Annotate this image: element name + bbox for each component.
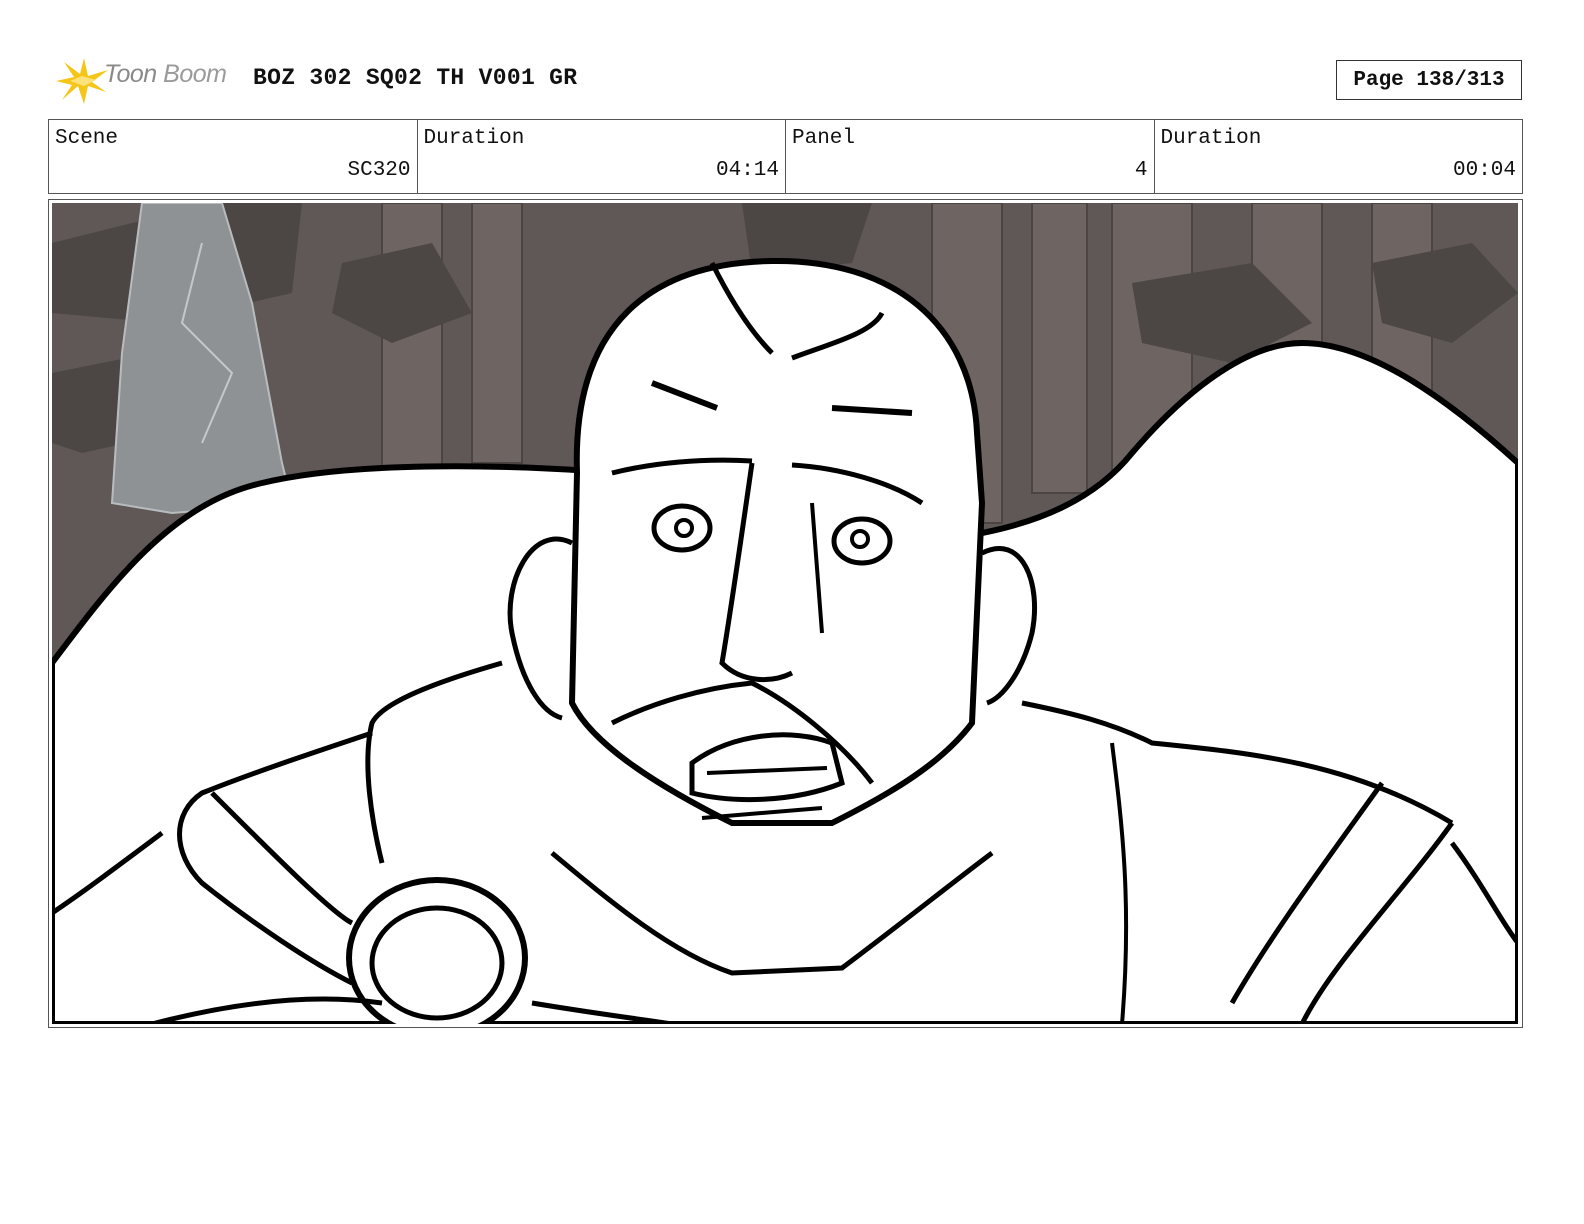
scene-cell: Scene SC320 <box>49 120 418 193</box>
panel-value: 4 <box>1134 159 1148 182</box>
logo-wordmark: Toon Boom <box>104 60 227 89</box>
starburst-icon <box>56 58 108 104</box>
scene-duration-label: Duration <box>423 127 525 150</box>
scene-value: SC320 <box>347 159 411 182</box>
panel-duration-value: 00:04 <box>1452 159 1516 182</box>
scene-duration-cell: Duration 04:14 <box>418 120 786 193</box>
document-title: BOZ 302 SQ02 TH V001 GR <box>253 65 578 91</box>
storyboard-sketch-icon <box>52 203 1518 1024</box>
scene-duration-value: 04:14 <box>715 159 779 182</box>
panel-cell: Panel 4 <box>786 120 1155 193</box>
logo-word-toon: Toon <box>104 60 157 88</box>
panel-duration-label: Duration <box>1160 127 1262 150</box>
scene-label: Scene <box>55 127 119 150</box>
scene-info-table: Scene SC320 Duration 04:14 Panel 4 Durat… <box>48 119 1523 194</box>
panel-label: Panel <box>792 127 856 150</box>
page-number: Page 138/313 <box>1336 60 1522 100</box>
storyboard-panel-image <box>52 203 1518 1024</box>
logo-word-boom: Boom <box>163 60 227 88</box>
panel-duration-cell: Duration 00:04 <box>1155 120 1523 193</box>
